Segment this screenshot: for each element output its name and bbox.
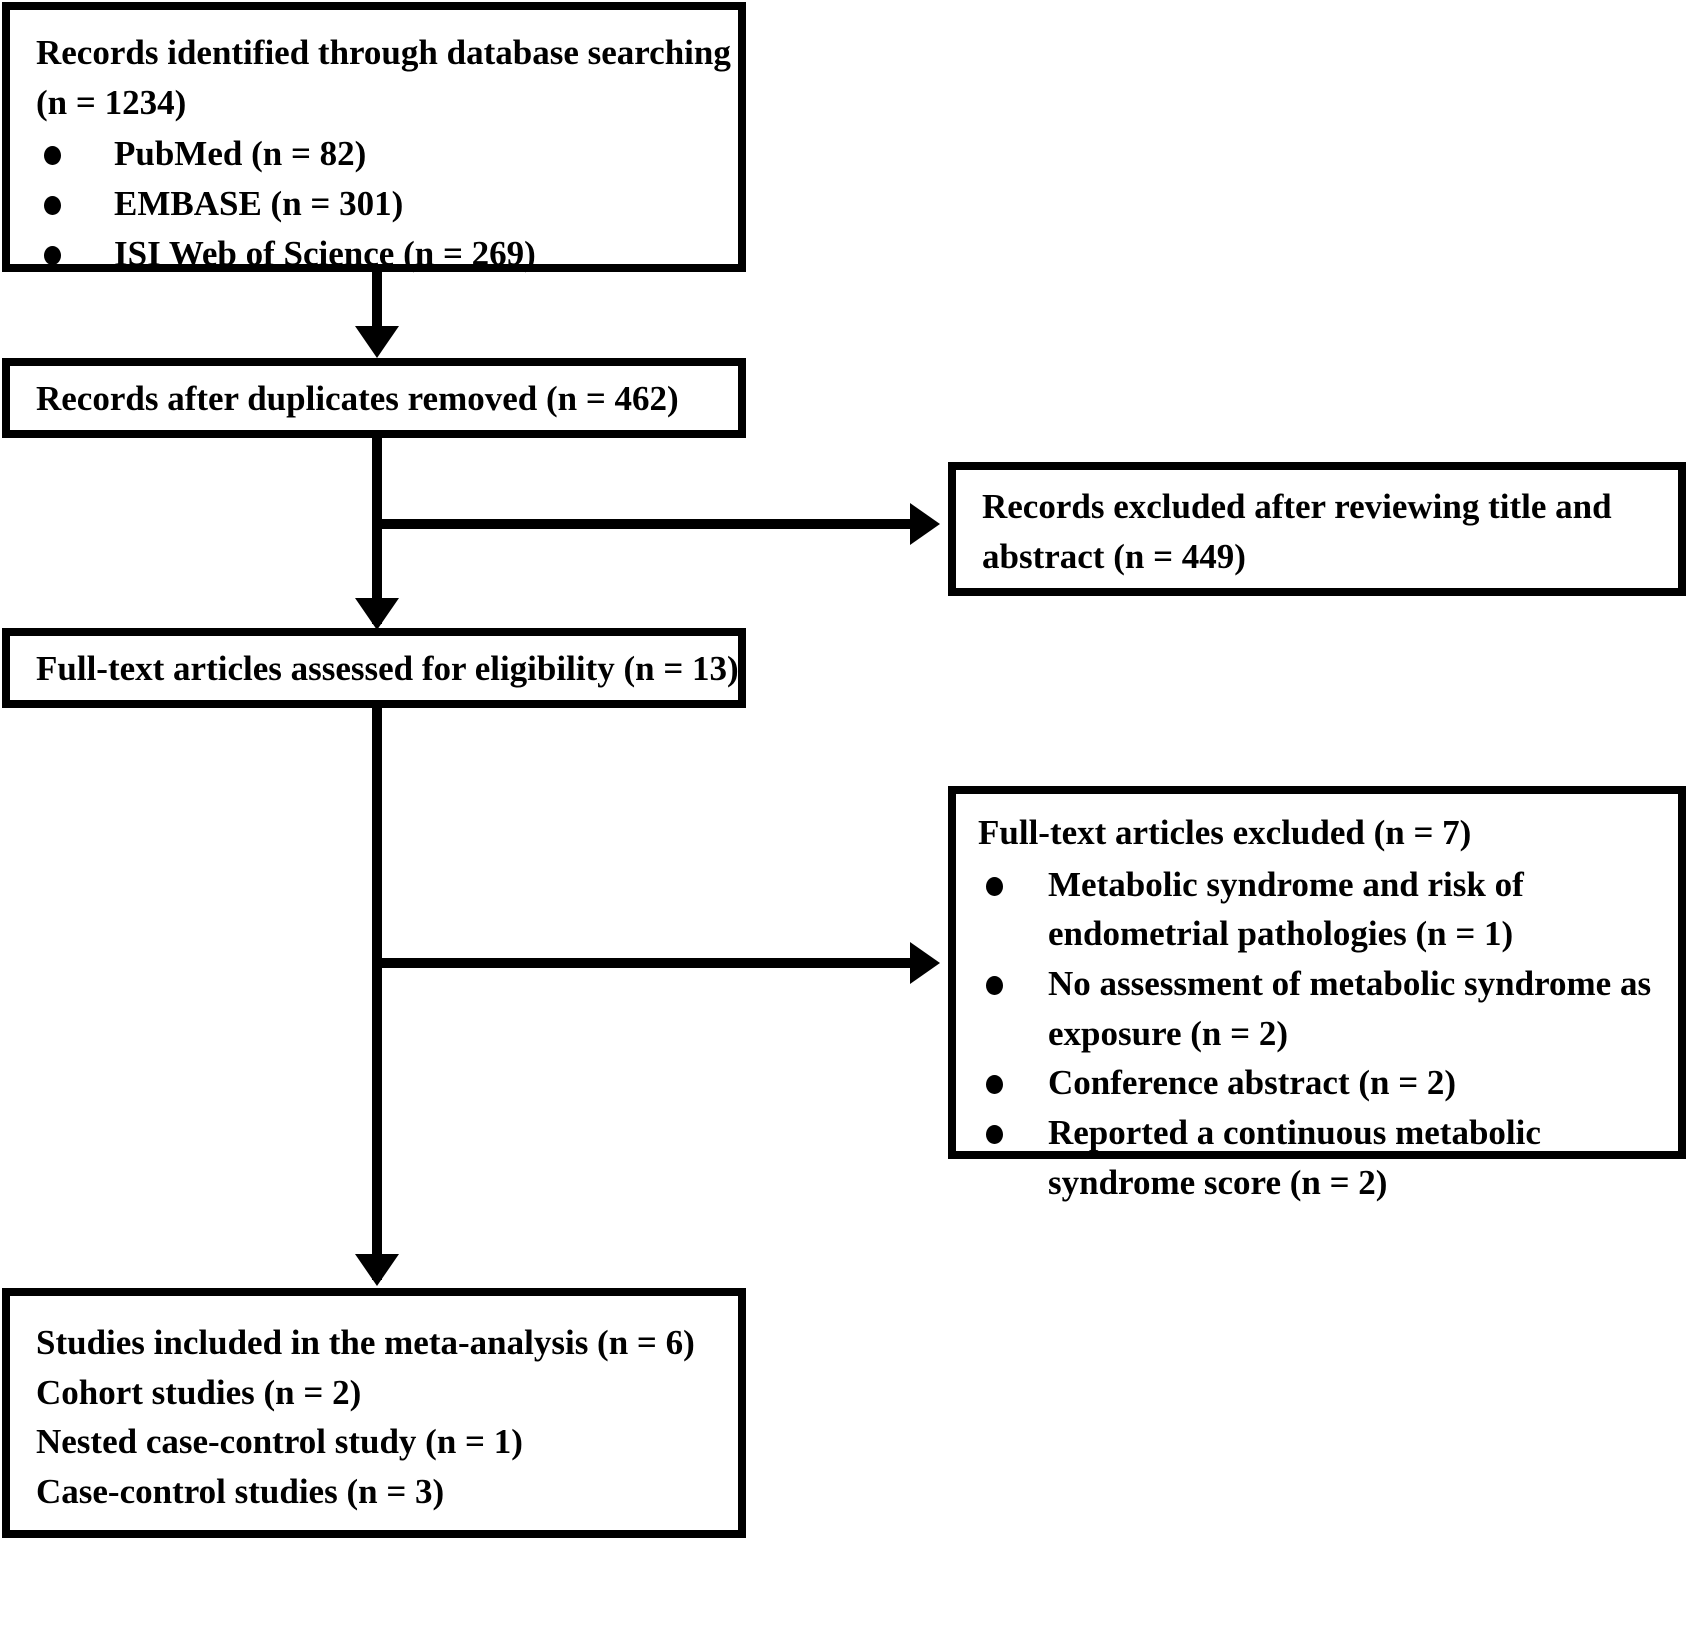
connector-branch-to-fulltext-excluded xyxy=(372,958,912,968)
records-after-duplicates-label: Records after duplicates removed (n = 46… xyxy=(36,379,679,418)
list-item: EMBASE (n = 301) xyxy=(36,179,716,229)
records-identified-line-1: Records identified through database sear… xyxy=(36,33,731,72)
source-label: PubMed (n = 82) xyxy=(114,134,367,174)
reason-label: No assessment of metabolic syndrome as e… xyxy=(1048,964,1652,1053)
list-item: Metabolic syndrome and risk of endometri… xyxy=(978,860,1664,959)
box-fulltext-assessed: Full-text articles assessed for eligibil… xyxy=(2,628,746,708)
box-records-after-duplicates-content: Records after duplicates removed (n = 46… xyxy=(10,366,738,438)
box-fulltext-assessed-content: Full-text articles assessed for eligibil… xyxy=(10,636,739,708)
connector-duplicates-to-eligibility xyxy=(372,438,382,624)
prisma-flow-diagram: Records identified through database sear… xyxy=(0,0,1690,1643)
records-excluded-line-2: abstract (n = 449) xyxy=(982,536,1246,576)
list-item: No assessment of metabolic syndrome as e… xyxy=(978,959,1664,1058)
reason-label: Reported a continuous metabolic syndrome… xyxy=(1048,1113,1541,1202)
bullet-icon xyxy=(44,245,61,265)
fulltext-excluded-heading: Full-text articles excluded (n = 7) xyxy=(978,813,1472,852)
studies-included-line-3: Nested case-control study (n = 1) xyxy=(36,1422,523,1462)
fulltext-assessed-label: Full-text articles assessed for eligibil… xyxy=(36,649,739,688)
bullet-icon xyxy=(986,1125,1003,1145)
bullet-icon xyxy=(986,976,1003,996)
box-studies-included-content: Studies included in the meta-analysis (n… xyxy=(10,1296,738,1531)
box-studies-included: Studies included in the meta-analysis (n… xyxy=(2,1288,746,1538)
box-records-excluded: Records excluded after reviewing title a… xyxy=(948,462,1686,596)
studies-included-line-2: Cohort studies (n = 2) xyxy=(36,1372,362,1412)
source-label: ISI Web of Science (n = 269) xyxy=(114,233,536,273)
records-identified-source-list: PubMed (n = 82) EMBASE (n = 301) ISI Web… xyxy=(36,129,716,278)
box-records-after-duplicates: Records after duplicates removed (n = 46… xyxy=(2,358,746,438)
arrowhead-down-icon xyxy=(355,598,399,630)
reason-label: Metabolic syndrome and risk of endometri… xyxy=(1048,864,1524,954)
box-fulltext-excluded-content: Full-text articles excluded (n = 7) Meta… xyxy=(956,794,1678,1218)
reason-label: Conference abstract (n = 2) xyxy=(1048,1063,1457,1103)
studies-included-line-1: Studies included in the meta-analysis (n… xyxy=(36,1323,695,1362)
bullet-icon xyxy=(44,146,61,166)
bullet-icon xyxy=(44,196,61,216)
arrowhead-down-icon xyxy=(355,1254,399,1286)
connector-eligibility-to-included xyxy=(372,708,382,1280)
list-item: PubMed (n = 82) xyxy=(36,129,716,179)
studies-included-line-4: Case-control studies (n = 3) xyxy=(36,1472,445,1512)
records-identified-line-2: (n = 1234) xyxy=(36,82,187,122)
box-fulltext-excluded: Full-text articles excluded (n = 7) Meta… xyxy=(948,786,1686,1202)
arrowhead-down-icon xyxy=(355,326,399,358)
box-records-excluded-content: Records excluded after reviewing title a… xyxy=(956,470,1678,595)
source-label: EMBASE (n = 301) xyxy=(114,184,404,224)
arrowhead-right-icon xyxy=(910,503,940,545)
arrowhead-right-icon xyxy=(910,942,940,984)
list-item: ISI Web of Science (n = 269) xyxy=(36,229,716,279)
fulltext-excluded-reason-list: Metabolic syndrome and risk of endometri… xyxy=(978,860,1664,1208)
list-item: Conference abstract (n = 2) xyxy=(978,1058,1664,1108)
connector-branch-to-records-excluded xyxy=(372,519,912,529)
list-item: Reported a continuous metabolic syndrome… xyxy=(978,1108,1664,1207)
records-excluded-line-1: Records excluded after reviewing title a… xyxy=(982,487,1612,526)
bullet-icon xyxy=(986,1075,1003,1095)
box-records-identified: Records identified through database sear… xyxy=(2,2,746,273)
connector-identified-to-duplicates xyxy=(372,272,382,334)
box-records-identified-content: Records identified through database sear… xyxy=(10,10,738,292)
bullet-icon xyxy=(986,876,1003,896)
